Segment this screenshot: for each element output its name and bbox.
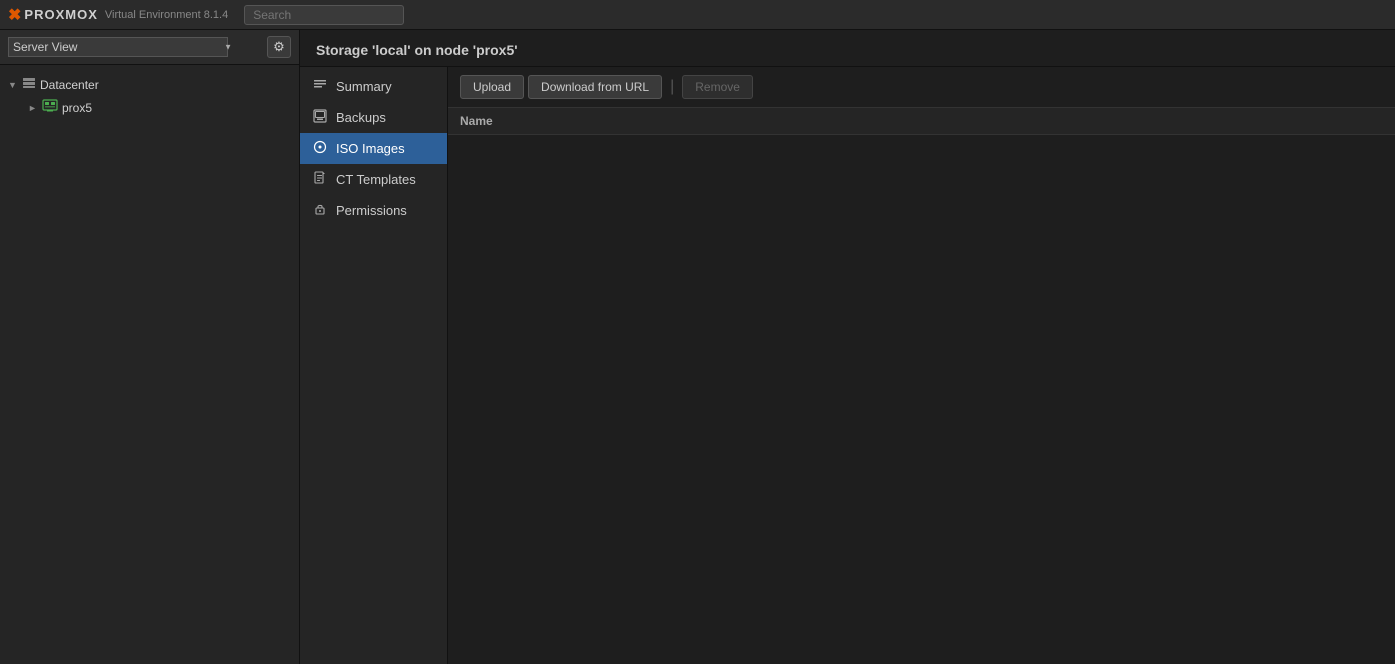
nav-item-backups[interactable]: Backups bbox=[300, 102, 447, 133]
node-icon bbox=[42, 99, 58, 116]
page-title: Storage 'local' on node 'prox5' bbox=[316, 42, 518, 58]
logo-x-icon: ✖ bbox=[8, 5, 21, 25]
content-body: Summary Backups bbox=[300, 67, 1395, 664]
logo: ✖ PROXMOX Virtual Environment 8.1.4 bbox=[8, 5, 228, 25]
tree-area: ▼ Datacenter ► bbox=[0, 65, 299, 664]
nav-item-summary[interactable]: Summary bbox=[300, 71, 447, 102]
chevron-down-icon: ▼ bbox=[8, 80, 22, 90]
permissions-label: Permissions bbox=[336, 203, 407, 218]
nav-item-iso-images[interactable]: ISO Images bbox=[300, 133, 447, 164]
iso-icon bbox=[312, 140, 328, 157]
app-version: Virtual Environment 8.1.4 bbox=[105, 9, 228, 21]
backups-icon bbox=[312, 109, 328, 126]
prox5-label: prox5 bbox=[62, 101, 92, 115]
gear-button[interactable]: ⚙ bbox=[267, 36, 291, 58]
search-input[interactable] bbox=[244, 5, 404, 25]
datacenter-icon bbox=[22, 76, 36, 93]
permissions-icon bbox=[312, 202, 328, 219]
iso-label: ISO Images bbox=[336, 141, 405, 156]
summary-icon bbox=[312, 78, 328, 95]
tree-item-prox5[interactable]: ► prox5 bbox=[0, 96, 299, 119]
column-name: Name bbox=[460, 114, 493, 128]
table-header: Name bbox=[448, 108, 1395, 135]
iso-images-panel: Upload Download from URL | Remove Name bbox=[448, 67, 1395, 664]
tree-item-datacenter[interactable]: ▼ Datacenter bbox=[0, 73, 299, 96]
server-view-select[interactable]: Server View bbox=[8, 37, 228, 57]
sidebar: Server View ⚙ ▼ Datacenter ► bbox=[0, 30, 300, 664]
datacenter-label: Datacenter bbox=[40, 78, 99, 92]
nav-item-ct-templates[interactable]: CT Templates bbox=[300, 164, 447, 195]
logo-name: PROXMOX bbox=[24, 7, 97, 22]
nav-item-permissions[interactable]: Permissions bbox=[300, 195, 447, 226]
ct-templates-icon bbox=[312, 171, 328, 188]
upload-button[interactable]: Upload bbox=[460, 75, 524, 99]
server-view-bar: Server View ⚙ bbox=[0, 30, 299, 65]
nav-panel: Summary Backups bbox=[300, 67, 448, 664]
content-header: Storage 'local' on node 'prox5' bbox=[300, 30, 1395, 67]
toolbar: Upload Download from URL | Remove bbox=[448, 67, 1395, 108]
backups-label: Backups bbox=[336, 110, 386, 125]
ct-templates-label: CT Templates bbox=[336, 172, 416, 187]
content-area: Storage 'local' on node 'prox5' Summary bbox=[300, 30, 1395, 664]
remove-button[interactable]: Remove bbox=[682, 75, 753, 99]
summary-label: Summary bbox=[336, 79, 392, 94]
topbar: ✖ PROXMOX Virtual Environment 8.1.4 bbox=[0, 0, 1395, 30]
chevron-right-icon: ► bbox=[28, 103, 42, 113]
download-from-url-button[interactable]: Download from URL bbox=[528, 75, 662, 99]
server-view-wrapper: Server View bbox=[8, 37, 238, 57]
main-layout: Server View ⚙ ▼ Datacenter ► bbox=[0, 30, 1395, 664]
table-body bbox=[448, 135, 1395, 664]
toolbar-separator: | bbox=[670, 78, 674, 96]
